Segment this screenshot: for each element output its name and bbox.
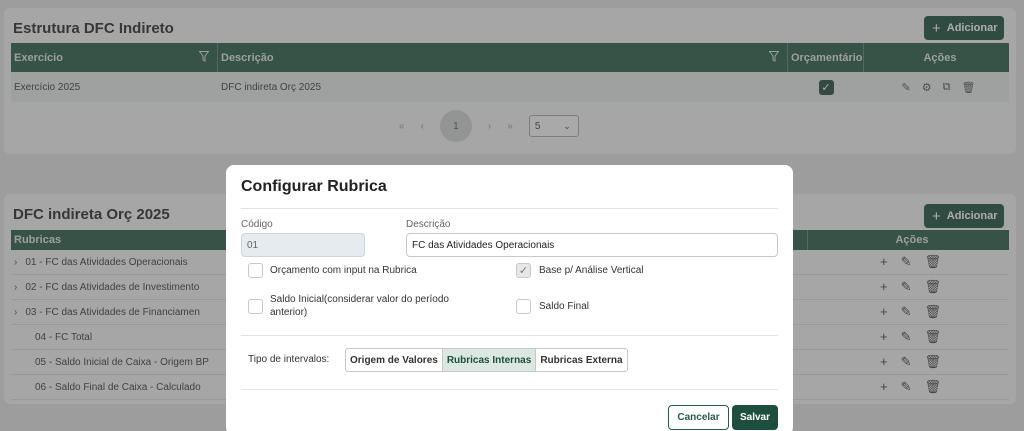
cancel-button[interactable]: Cancelar xyxy=(668,405,729,430)
saldo-inicial-checkbox[interactable] xyxy=(248,299,263,314)
check-icon: ✓ xyxy=(518,265,529,277)
divider xyxy=(241,208,778,209)
orcamento-input-label: Orçamento com input na Rubrica xyxy=(270,265,417,276)
saldo-final-checkbox[interactable] xyxy=(516,299,531,314)
descricao-field[interactable]: FC das Atividades Operacionais xyxy=(406,233,778,257)
saldo-final-label: Saldo Final xyxy=(539,301,590,312)
codigo-field[interactable]: 01 xyxy=(241,233,365,257)
divider xyxy=(241,389,778,390)
divider xyxy=(241,335,778,336)
origem-valores-tab[interactable]: Origem de Valores xyxy=(346,349,443,371)
dialog-title: Configurar Rubrica xyxy=(241,178,387,195)
intervalos-segmented-control: Origem de Valores Rubricas Internas Rubr… xyxy=(345,348,628,372)
rubricas-internas-tab[interactable]: Rubricas Internas xyxy=(442,349,537,371)
save-button[interactable]: Salvar xyxy=(732,405,778,430)
orcamento-input-checkbox[interactable] xyxy=(248,263,263,278)
base-analise-label: Base p/ Análise Vertical xyxy=(539,265,644,276)
base-analise-checkbox[interactable]: ✓ xyxy=(516,263,531,278)
intervalos-label: Tipo de intervalos: xyxy=(248,354,330,365)
codigo-label: Código xyxy=(241,219,273,230)
rubricas-externa-tab[interactable]: Rubricas Externa xyxy=(536,349,626,371)
saldo-inicial-label: Saldo Inicial(considerar valor do períod… xyxy=(270,294,449,318)
configurar-rubrica-dialog: Configurar Rubrica Código 01 Descrição F… xyxy=(226,165,793,431)
descricao-label: Descrição xyxy=(406,219,451,230)
